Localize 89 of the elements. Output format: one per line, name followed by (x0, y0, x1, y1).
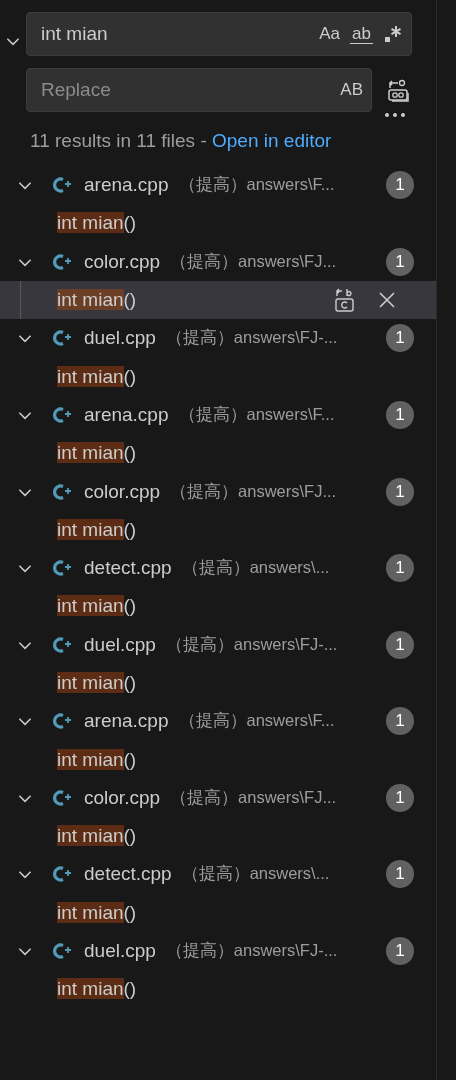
match-text: int mian() (57, 825, 137, 848)
cpp-file-icon (52, 405, 72, 424)
file-path: （提高）answers\F... (178, 403, 335, 425)
match-count: 1 (386, 630, 414, 659)
cpp-file-icon (52, 252, 72, 271)
match-text: int mian() (57, 672, 137, 694)
match-text: int mian() (57, 289, 137, 312)
open-in-editor-link[interactable]: Open in editor (212, 130, 332, 152)
cpp-file-icon (52, 482, 72, 501)
file-name: color.cpp (84, 480, 161, 503)
match-row[interactable]: int mian() (0, 893, 436, 932)
file-path: （提高）answers\FJ-... (165, 633, 338, 655)
more-options-icon[interactable] (384, 112, 406, 118)
match-row[interactable]: int mian() (0, 204, 436, 243)
match-text: int mian() (57, 518, 137, 541)
file-result-row[interactable]: duel.cpp （提高）answers\FJ-... 1 (0, 625, 436, 664)
match-text: int mian() (57, 901, 137, 924)
match-text: int mian() (57, 212, 137, 235)
match-count: 1 (386, 247, 414, 276)
match-count: 1 (386, 477, 414, 506)
file-result-row[interactable]: duel.cpp （提高）answers\FJ-... 1 (0, 319, 436, 358)
file-result-row[interactable]: detect.cpp （提高）answers\... 1 (0, 855, 436, 894)
match-row[interactable]: int mian() (0, 817, 436, 856)
match-count: 1 (386, 324, 414, 353)
match-row[interactable]: int mian() (0, 740, 436, 779)
file-result-row[interactable]: arena.cpp （提高）answers\F... 1 (0, 166, 436, 205)
file-name: arena.cpp (84, 710, 169, 733)
cpp-file-icon (52, 788, 72, 807)
replace-icon[interactable] (334, 287, 356, 314)
file-name: detect.cpp (84, 863, 172, 886)
match-text: int mian() (57, 442, 137, 465)
file-path: （提高）answers\FJ... (170, 480, 337, 502)
match-count: 1 (386, 937, 414, 966)
match-count: 1 (386, 783, 414, 812)
whole-word-toggle[interactable]: ab (350, 24, 373, 44)
file-path: （提高）answers\F... (178, 174, 335, 196)
cpp-file-icon (52, 329, 72, 348)
cpp-file-icon (52, 942, 72, 961)
match-row[interactable]: int mian() (0, 280, 436, 320)
cpp-file-icon (52, 176, 72, 195)
file-name: duel.cpp (84, 940, 156, 963)
file-result-row[interactable]: color.cpp （提高）answers\FJ... 1 (0, 242, 436, 281)
cpp-file-icon (52, 712, 72, 731)
file-name: detect.cpp (84, 557, 172, 580)
file-path: （提高）answers\FJ-... (165, 940, 338, 962)
match-row[interactable]: int mian() (0, 434, 436, 473)
replace-field[interactable]: Replace AB (26, 68, 372, 112)
match-text: int mian() (57, 748, 137, 771)
file-name: color.cpp (84, 786, 161, 809)
file-result-row[interactable]: arena.cpp （提高）answers\F... 1 (0, 395, 436, 435)
file-result-row[interactable]: arena.cpp （提高）answers\F... 1 (0, 702, 436, 741)
match-count: 1 (386, 707, 414, 736)
file-path: （提高）answers\F... (178, 710, 335, 732)
cpp-file-icon (52, 865, 72, 884)
close-icon[interactable] (378, 291, 396, 310)
match-row[interactable]: int mian() (0, 510, 436, 549)
match-row[interactable]: int mian() (0, 970, 436, 1009)
regex-icon[interactable] (383, 24, 403, 44)
search-field[interactable]: int mian Aa ab (26, 12, 412, 56)
match-text: int mian() (57, 365, 137, 388)
file-path: （提高）answers\FJ-... (165, 327, 338, 349)
file-name: arena.cpp (84, 174, 169, 197)
file-result-row[interactable]: detect.cpp （提高）answers\... 1 (0, 548, 436, 588)
file-result-row[interactable]: color.cpp （提高）answers\FJ... 1 (0, 778, 436, 818)
match-case-toggle[interactable]: Aa (319, 24, 341, 44)
file-name: duel.cpp (84, 327, 156, 350)
file-result-row[interactable]: duel.cpp （提高）answers\FJ-... 1 (0, 931, 436, 971)
file-path: （提高）answers\... (181, 557, 330, 579)
match-count: 1 (386, 554, 414, 583)
match-row[interactable]: int mian() (0, 587, 436, 626)
file-result-row[interactable]: color.cpp （提高）answers\FJ... 1 (0, 472, 436, 511)
match-count: 1 (386, 860, 414, 889)
match-row[interactable]: int mian() (0, 663, 436, 703)
file-name: arena.cpp (84, 403, 169, 426)
file-name: color.cpp (84, 250, 161, 273)
match-row[interactable]: int mian() (0, 357, 436, 396)
match-count: 1 (386, 400, 414, 429)
file-name: duel.cpp (84, 633, 156, 656)
results-summary: 11 results in 11 files - (30, 130, 208, 152)
match-text: int mian() (57, 978, 137, 1001)
file-path: （提高）answers\FJ... (170, 250, 337, 272)
cpp-file-icon (52, 635, 72, 654)
match-text: int mian() (57, 595, 137, 618)
cpp-file-icon (52, 559, 72, 578)
preserve-case-toggle[interactable]: AB (340, 80, 363, 100)
replace-all-icon[interactable] (386, 77, 412, 103)
file-path: （提高）answers\FJ... (170, 786, 337, 808)
match-count: 1 (386, 171, 414, 200)
file-path: （提高）answers\... (181, 863, 330, 885)
